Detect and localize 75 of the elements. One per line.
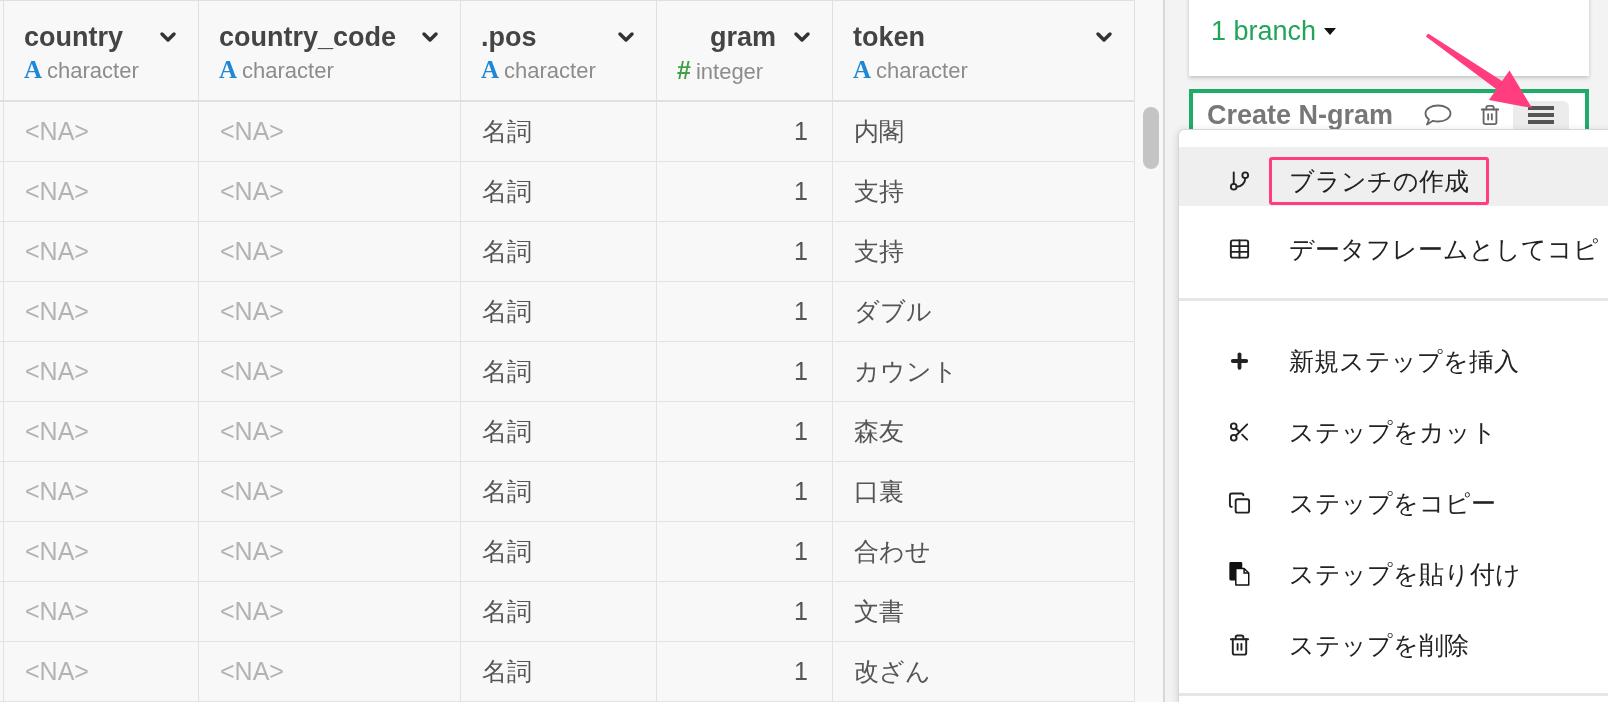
table-cell: 1 [657, 402, 833, 461]
table-cell: <NA> [4, 102, 199, 161]
menu-item[interactable]: ステップを貼り付け [1179, 538, 1608, 609]
table-cell: <NA> [4, 402, 199, 461]
type-symbol: A [853, 55, 872, 85]
scissors-icon [1228, 419, 1251, 444]
menu-item[interactable]: ブランチの作成 [1179, 147, 1608, 206]
paste-icon [1228, 561, 1251, 586]
table-cell: 1 [657, 642, 833, 701]
table-cell: 1 [657, 582, 833, 641]
type-symbol: A [481, 55, 500, 85]
table-cell: 名詞 [461, 522, 657, 581]
column-name: country_code [219, 21, 397, 53]
table-cell: <NA> [4, 642, 199, 701]
scrollbar-thumb[interactable] [1143, 107, 1159, 169]
table-icon [1228, 236, 1251, 261]
table-cell: <NA> [4, 162, 199, 221]
comment-icon[interactable] [1424, 104, 1452, 126]
column-name: country [24, 21, 123, 53]
table-cell: <NA> [4, 582, 199, 641]
type-symbol: A [24, 55, 43, 85]
trash-icon[interactable] [1479, 103, 1501, 127]
table-cell: 1 [657, 342, 833, 401]
table-cell: <NA> [199, 282, 461, 341]
table-cell: 名詞 [461, 102, 657, 161]
table-cell: 名詞 [461, 342, 657, 401]
table-cell: 1 [657, 222, 833, 281]
table-cell: 名詞 [461, 162, 657, 221]
table-cell: <NA> [199, 522, 461, 581]
table-cell: 名詞 [461, 642, 657, 701]
trash-icon [1228, 632, 1251, 657]
table-cell: <NA> [199, 402, 461, 461]
column-name: .pos [481, 21, 537, 53]
table-cell: <NA> [4, 522, 199, 581]
table-cell: <NA> [4, 342, 199, 401]
table-cell: 1 [657, 162, 833, 221]
table-cell: 名詞 [461, 462, 657, 521]
table-cell: <NA> [199, 162, 461, 221]
table-cell: <NA> [199, 642, 461, 701]
type-symbol: A [219, 55, 238, 85]
menu-item[interactable]: データフレームとしてコピ [1179, 206, 1608, 283]
type-label: integer [695, 58, 764, 86]
table-cell: 1 [657, 522, 833, 581]
branch-icon [1228, 168, 1251, 193]
table-cell: 1 [657, 462, 833, 521]
type-symbol: # [677, 55, 691, 85]
type-label: character [504, 57, 596, 85]
copy-icon [1228, 490, 1251, 515]
table-cell: <NA> [199, 102, 461, 161]
menu-item[interactable]: 新規ステップを挿入 [1179, 325, 1608, 396]
table-cell: <NA> [4, 282, 199, 341]
caret-down-icon [1324, 27, 1337, 35]
type-label: character [242, 57, 334, 85]
table-cell: <NA> [4, 462, 199, 521]
menu-button[interactable] [1513, 101, 1569, 129]
table-cell: <NA> [199, 462, 461, 521]
type-label: character [47, 57, 139, 85]
table-cell: 名詞 [461, 282, 657, 341]
table-cell: <NA> [4, 222, 199, 281]
table-cell: 名詞 [461, 222, 657, 281]
table-cell: 名詞 [461, 402, 657, 461]
table-cell: <NA> [199, 582, 461, 641]
table-cell: 1 [657, 282, 833, 341]
menu-item[interactable]: ステップをカット [1179, 396, 1608, 467]
menu-item[interactable]: ステップを削除 [1179, 609, 1608, 680]
table-cell: 名詞 [461, 582, 657, 641]
column-name: token [853, 21, 925, 53]
menu-item[interactable]: ステップをコピー [1179, 467, 1608, 538]
column-name: gram [709, 21, 776, 53]
table-cell: <NA> [199, 342, 461, 401]
menu-icon [1528, 106, 1554, 124]
table-cell: 1 [657, 102, 833, 161]
table-cell: <NA> [199, 222, 461, 281]
type-label: character [876, 57, 968, 85]
step-title: Create N-gram [1207, 101, 1394, 129]
